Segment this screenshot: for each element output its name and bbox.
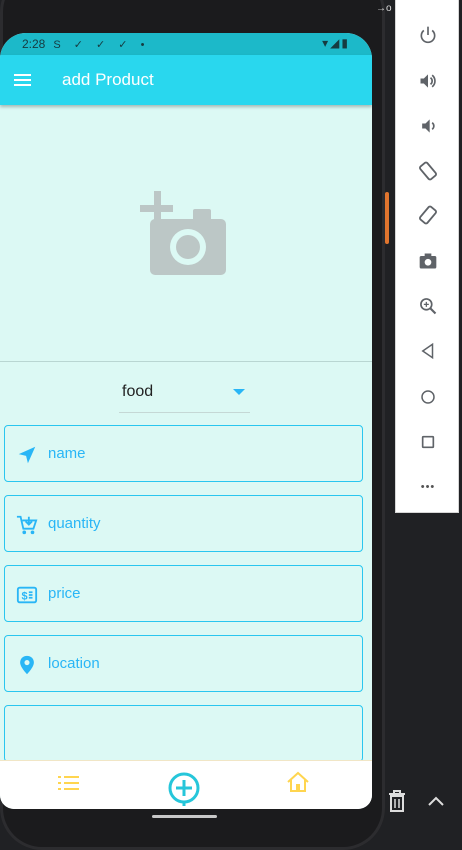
quantity-field[interactable]: quantity xyxy=(4,495,363,552)
more-icon[interactable]: ••• xyxy=(416,475,440,499)
add-a-photo-icon[interactable] xyxy=(137,191,229,275)
emulator-toolbar: ••• xyxy=(395,0,459,513)
image-picker[interactable] xyxy=(0,105,372,362)
name-field-label: name xyxy=(48,445,86,462)
rotate-left-icon[interactable] xyxy=(416,159,440,183)
category-selected-value: food xyxy=(122,383,154,400)
overview-icon[interactable] xyxy=(416,430,440,454)
add-circle-icon[interactable] xyxy=(166,770,202,806)
svg-text:$: $ xyxy=(22,591,28,603)
name-field[interactable]: name xyxy=(4,425,363,482)
volume-down-icon[interactable] xyxy=(416,114,440,138)
gesture-home-indicator[interactable] xyxy=(152,815,217,818)
screenshot-icon[interactable] xyxy=(416,249,440,273)
page-title: add Product xyxy=(62,70,154,89)
home-icon[interactable] xyxy=(416,385,440,409)
price-field-label: price xyxy=(48,585,81,602)
status-time: 2:28 xyxy=(22,37,46,51)
power-icon[interactable] xyxy=(416,23,440,47)
location-field-label: location xyxy=(48,655,100,672)
notification-icons: S ✓ ✓ ✓ • xyxy=(53,38,150,51)
home-icon[interactable] xyxy=(286,771,310,793)
category-dropdown[interactable]: food xyxy=(119,378,250,413)
back-icon[interactable] xyxy=(416,339,440,363)
location-pin-icon xyxy=(20,655,34,675)
list-icon[interactable] xyxy=(58,774,80,792)
bottom-navigation xyxy=(0,760,372,809)
money-icon: $ xyxy=(16,586,38,604)
expand-arrow-icon[interactable]: →o xyxy=(376,3,392,14)
navigation-arrow-icon xyxy=(18,446,36,464)
quantity-field-label: quantity xyxy=(48,515,101,532)
description-field[interactable] xyxy=(4,705,363,762)
app-bar: add Product xyxy=(0,55,372,105)
trash-icon[interactable] xyxy=(388,790,406,812)
location-field[interactable]: location xyxy=(4,635,363,692)
phone-side-button xyxy=(385,192,389,244)
volume-up-icon[interactable] xyxy=(416,69,440,93)
phone-screen: 2:28 S ✓ ✓ ✓ • ▾◢▮ add Product food name xyxy=(0,33,372,809)
rotate-right-icon[interactable] xyxy=(416,203,440,227)
dropdown-arrow-icon xyxy=(233,389,245,395)
zoom-icon[interactable] xyxy=(416,294,440,318)
chevron-up-icon[interactable] xyxy=(428,796,444,806)
price-field[interactable]: $ price xyxy=(4,565,363,622)
menu-icon[interactable] xyxy=(12,69,34,91)
status-bar: 2:28 S ✓ ✓ ✓ • ▾◢▮ xyxy=(0,33,372,55)
system-status-icons: ▾◢▮ xyxy=(322,36,350,50)
cart-icon xyxy=(16,515,38,535)
